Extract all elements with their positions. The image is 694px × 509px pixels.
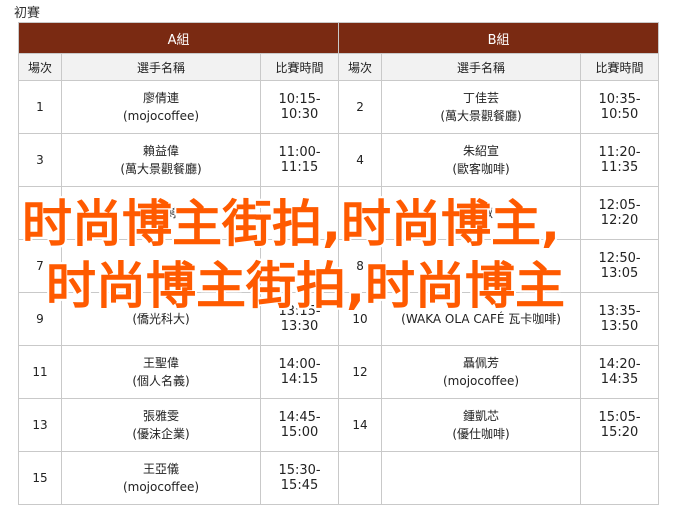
time-cell: 11:00-11:15: [259, 133, 340, 187]
time-cell: 14:00-14:15: [259, 345, 340, 399]
player-team: (優沫企業): [132, 427, 190, 441]
player-team: (個人名義): [132, 374, 190, 388]
seed-cell: 6: [338, 186, 383, 240]
seed-cell: 15: [18, 451, 62, 505]
seed-cell: 3: [18, 133, 62, 187]
time-cell: 15:30-15:45: [259, 451, 340, 505]
player-team: (歐客咖啡): [452, 162, 510, 176]
seed-cell: 2: [338, 80, 383, 134]
player-cell: [381, 451, 582, 505]
player-name: 朱紹宣: [463, 144, 500, 158]
player-cell: 鍾凱芯 (優仕咖啡): [381, 398, 582, 452]
player-cell: 張雅雯 (優沫企業): [61, 398, 261, 452]
col-seed-a: 場次: [18, 53, 62, 81]
seed-cell: 11: [18, 345, 62, 399]
player-cell: (僑光科大): [61, 292, 261, 346]
player-cell: 朱紹宣 (歐客咖啡): [381, 133, 582, 187]
time-cell: 11:20-11:35: [580, 133, 660, 187]
col-time-b: 比賽時間: [580, 53, 660, 81]
player-cell: [61, 239, 261, 293]
table-row: 9 (僑光科大) 13:15-13:30 10 (WAKA OLA CAFÉ 瓦卡咖啡)…: [18, 292, 660, 346]
time-cell: 15:05-15:20: [580, 398, 660, 452]
time-cell: 14:20-14:35: [580, 345, 660, 399]
player-name: 聶佩芳: [463, 356, 500, 370]
seed-cell: 9: [18, 292, 62, 346]
time-cell: 12:05-12:20: [580, 186, 660, 240]
time-cell: 13:35-13:50: [580, 292, 660, 346]
seed-cell: 7: [18, 239, 62, 293]
time-cell: [259, 186, 340, 240]
time-cell: 12:50-13:05: [580, 239, 660, 293]
seed-cell: [338, 451, 383, 505]
table-row: 7 8 12:50-13:05: [18, 239, 660, 293]
group-header-row: A組 B組: [17, 22, 660, 54]
player-cell: 丁佳芸 (萬大景觀餐廳): [381, 80, 582, 134]
player-cell: 劉淑: [381, 186, 582, 240]
player-team: (WAKA OLA CAFÉ 瓦卡咖啡): [401, 312, 561, 326]
player-name: 廖倩連: [142, 91, 179, 105]
player-team: (萬大景觀餐廳): [440, 109, 522, 123]
time-cell: 10:35-10:50: [580, 80, 660, 134]
player-team: (萬大景觀餐廳): [120, 162, 202, 176]
seed-cell: 5: [18, 186, 62, 240]
player-cell: 王亞儀 (mojocoffee): [61, 451, 261, 505]
table-row: 13 張雅雯 (優沫企業) 14:45-15:00 14 鍾凱芯 (優仕咖啡) 15:05-1…: [18, 398, 660, 452]
schedule-table: A組 B組 場次 選手名稱 比賽時間 場次 選手名稱 比賽時間 1 廖倩連 (moj…: [17, 22, 660, 505]
player-cell: (WAKA OLA CAFÉ 瓦卡咖啡): [381, 292, 582, 346]
player-cell: 聶佩芳 (mojocoffee): [381, 345, 582, 399]
time-cell: 10:15-10:30: [259, 80, 340, 134]
time-cell: 14:45-15:00: [259, 398, 340, 452]
group-a-header: A組: [17, 22, 340, 54]
player-team: (mojocoffee): [122, 109, 200, 123]
seed-cell: 14: [338, 398, 383, 452]
col-time-a: 比賽時間: [259, 53, 340, 81]
seed-cell: 4: [338, 133, 383, 187]
player-team: (mojocoffee): [122, 480, 200, 494]
player-cell: [381, 239, 582, 293]
seed-cell: 10: [338, 292, 383, 346]
seed-cell: 13: [18, 398, 62, 452]
player-team: (僑光科大): [132, 312, 190, 326]
table-row: 15 王亞儀 (mojocoffee) 15:30-15:45: [18, 451, 660, 505]
player-name: 王聖偉: [142, 356, 179, 370]
seed-cell: 12: [338, 345, 383, 399]
seed-cell: 8: [338, 239, 383, 293]
col-player-a: 選手名稱: [61, 53, 261, 81]
group-b-header: B組: [338, 22, 660, 54]
page-title: 初賽: [14, 6, 41, 21]
table-row: 3 賴益偉 (萬大景觀餐廳) 11:00-11:15 4 朱紹宣 (歐客咖啡) 11:20-1…: [18, 133, 660, 187]
player-name: 鍾凱芯: [463, 409, 500, 423]
player-name: 許鈺婷: [142, 206, 179, 220]
column-header-row: 場次 選手名稱 比賽時間 場次 選手名稱 比賽時間: [18, 53, 660, 81]
player-cell: 許鈺婷: [61, 186, 261, 240]
player-cell: 廖倩連 (mojocoffee): [61, 80, 261, 134]
table-row: 5 許鈺婷 6 劉淑 12:05-12:20: [18, 186, 660, 240]
player-cell: 賴益偉 (萬大景觀餐廳): [61, 133, 261, 187]
col-player-b: 選手名稱: [381, 53, 582, 81]
player-team: (mojocoffee): [443, 374, 520, 388]
player-name: 賴益偉: [142, 144, 179, 158]
player-name: 丁佳芸: [463, 91, 500, 105]
seed-cell: 1: [18, 80, 62, 134]
player-cell: 王聖偉 (個人名義): [61, 345, 261, 399]
time-cell: [259, 239, 340, 293]
player-name: 張雅雯: [142, 409, 179, 423]
time-cell: [580, 451, 660, 505]
table-row: 11 王聖偉 (個人名義) 14:00-14:15 12 聶佩芳 (mojocoffee) 1…: [18, 345, 660, 399]
col-seed-b: 場次: [338, 53, 383, 81]
player-name: 王亞儀: [142, 462, 179, 476]
player-team: (優仕咖啡): [452, 427, 510, 441]
player-name: 劉淑: [469, 206, 494, 220]
time-cell: 13:15-13:30: [259, 292, 340, 346]
table-row: 1 廖倩連 (mojocoffee) 10:15-10:30 2 丁佳芸 (萬大景觀餐廳) 1…: [18, 80, 660, 134]
